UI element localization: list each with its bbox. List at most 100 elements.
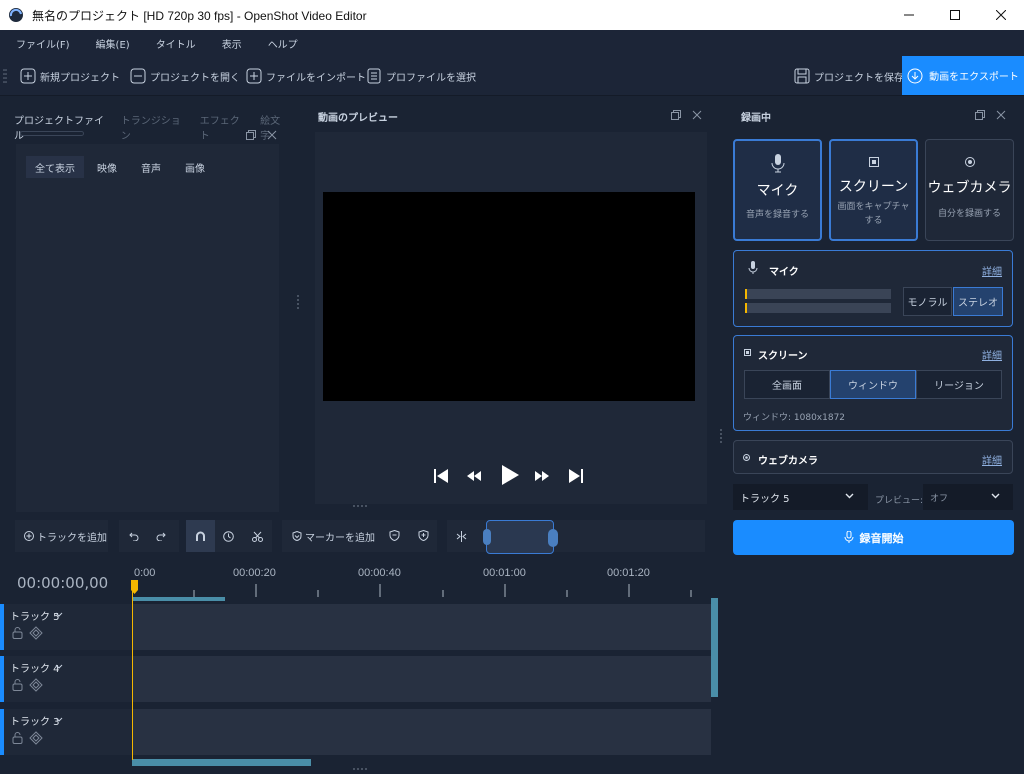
track-header[interactable]: トラック 4 — [0, 656, 132, 702]
splitter-handle-icon[interactable] — [352, 504, 370, 508]
redo-icon[interactable] — [156, 531, 166, 541]
filter-video[interactable]: 映像 — [88, 156, 126, 178]
menu-edit[interactable]: 編集(E) — [88, 36, 138, 51]
jump-end-icon[interactable] — [568, 468, 584, 484]
recording-panel: 録画中 マイク 音声を録音する スクリーン 画面をキャプチャする ウェブカメラ … — [722, 96, 1024, 774]
rewind-icon[interactable] — [466, 468, 482, 484]
filter-image[interactable]: 画像 — [176, 156, 214, 178]
jump-start-icon[interactable] — [433, 468, 449, 484]
window-size-info: ウィンドウ: 1080x1872 — [743, 413, 846, 423]
lock-icon[interactable] — [12, 679, 23, 691]
time-ruler[interactable]: 0:00 00:00:20 00:00:40 00:01:00 00:01:20 — [132, 560, 717, 602]
chevron-down-icon[interactable] — [55, 612, 63, 617]
keyframe-icon[interactable] — [29, 678, 43, 692]
preview-frame — [315, 132, 707, 504]
float-panel-icon[interactable] — [975, 110, 985, 120]
maximize-button[interactable] — [932, 0, 978, 30]
source-card-screen[interactable]: スクリーン 画面をキャプチャする — [829, 139, 918, 241]
save-project-button[interactable]: プロジェクトを保存 — [794, 64, 904, 88]
tab-effects[interactable]: エフェクト — [200, 112, 246, 142]
webcam-detail-link[interactable]: 詳細 — [982, 452, 1002, 467]
undo-icon[interactable] — [129, 531, 139, 541]
preview-select[interactable]: オフ — [923, 484, 1013, 510]
track-header[interactable]: トラック 5 — [0, 604, 132, 650]
timeline-toolbar: トラックを追加 マーカーを追加 — [0, 512, 722, 560]
window-button[interactable]: ウィンドウ — [830, 370, 916, 399]
add-track-button[interactable]: トラックを追加 — [15, 520, 108, 552]
menu-help[interactable]: ヘルプ — [260, 36, 306, 51]
zoom-handle-right[interactable] — [548, 529, 558, 547]
float-panel-icon[interactable] — [246, 130, 256, 140]
float-panel-icon[interactable] — [671, 110, 681, 120]
close-panel-icon[interactable] — [996, 110, 1006, 120]
horizontal-scrollbar[interactable] — [132, 759, 311, 766]
toolbar-grip-icon[interactable] — [3, 68, 7, 84]
vertical-scrollbar[interactable] — [711, 598, 718, 697]
fast-forward-icon[interactable] — [534, 468, 550, 484]
filter-show-all[interactable]: 全て表示 — [26, 156, 84, 178]
play-icon[interactable] — [499, 464, 521, 486]
minus-icon — [130, 68, 146, 84]
openshot-logo-icon — [9, 8, 23, 22]
export-video-button[interactable]: 動画をエクスポート — [902, 56, 1024, 95]
minimize-button[interactable] — [886, 0, 932, 30]
source-card-webcam[interactable]: ウェブカメラ 自分を録画する — [925, 139, 1014, 241]
new-project-button[interactable]: 新規プロジェクト — [20, 64, 120, 88]
keyframe-icon[interactable] — [29, 731, 43, 745]
preview-title: 動画のプレビュー — [318, 113, 398, 124]
import-files-button[interactable]: ファイルをインポート — [246, 64, 366, 88]
menu-title[interactable]: タイトル — [148, 36, 204, 51]
region-button[interactable]: リージョン — [916, 370, 1002, 399]
previous-marker-icon[interactable] — [389, 530, 400, 541]
razor-icon[interactable] — [252, 531, 263, 542]
close-panel-icon[interactable] — [267, 130, 277, 140]
tab-transitions[interactable]: トランジション — [121, 112, 186, 142]
timecode-display: 00:00:00,00 — [17, 574, 109, 592]
lock-icon[interactable] — [12, 627, 23, 639]
zoom-handle-left[interactable] — [483, 529, 491, 545]
track-header[interactable]: トラック 3 — [0, 709, 132, 755]
playhead-handle[interactable] — [131, 580, 138, 594]
menu-view[interactable]: 表示 — [214, 36, 250, 51]
clock-icon[interactable] — [223, 531, 234, 542]
tick-label: 00:00:20 — [233, 567, 276, 579]
playhead-line — [132, 580, 133, 760]
open-project-button[interactable]: プロジェクトを開く — [130, 64, 240, 88]
next-marker-icon[interactable] — [418, 530, 429, 541]
lock-icon[interactable] — [12, 732, 23, 744]
choose-profile-button[interactable]: プロファイルを選択 — [366, 64, 476, 88]
title-bar: 無名のプロジェクト [HD 720p 30 fps] - OpenShot Vi… — [0, 0, 1024, 30]
track-select[interactable]: トラック 5 — [733, 484, 868, 510]
search-field[interactable] — [20, 131, 84, 136]
track-lane[interactable] — [132, 656, 711, 702]
close-window-button[interactable] — [978, 0, 1024, 30]
fullscreen-button[interactable]: 全画面 — [744, 370, 830, 399]
mono-button[interactable]: モノラル — [903, 287, 952, 316]
splitter-handle-icon[interactable] — [352, 767, 370, 771]
center-timeline-icon[interactable] — [456, 531, 467, 542]
microphone-detail-link[interactable]: 詳細 — [982, 263, 1002, 278]
project-files-panel: プロジェクトファイル トランジション エフェクト 絵文字 全て表示 映像 音声 … — [0, 96, 288, 552]
track-lane[interactable] — [132, 604, 711, 650]
plus-icon — [246, 68, 262, 84]
tab-project-files[interactable]: プロジェクトファイル — [14, 112, 107, 142]
splitter-handle-icon[interactable] — [296, 294, 300, 310]
webcam-icon — [743, 454, 750, 461]
choose-profile-label: プロファイルを選択 — [386, 72, 476, 84]
plus-icon — [20, 68, 36, 84]
save-project-label: プロジェクトを保存 — [814, 72, 904, 84]
add-marker-button[interactable]: マーカーを追加 — [282, 520, 378, 552]
stereo-button[interactable]: ステレオ — [953, 287, 1003, 316]
menu-file[interactable]: ファイル(F) — [8, 36, 78, 51]
filter-audio[interactable]: 音声 — [132, 156, 170, 178]
chevron-down-icon[interactable] — [55, 717, 63, 722]
start-recording-button[interactable]: 録音開始 — [733, 520, 1014, 555]
screen-detail-link[interactable]: 詳細 — [982, 347, 1002, 362]
zoom-slider[interactable] — [483, 520, 558, 554]
chevron-down-icon[interactable] — [55, 664, 63, 669]
keyframe-icon[interactable] — [29, 626, 43, 640]
screen-icon — [744, 349, 751, 356]
source-card-microphone[interactable]: マイク 音声を録音する — [733, 139, 822, 241]
track-lane[interactable] — [132, 709, 711, 755]
close-panel-icon[interactable] — [692, 110, 702, 120]
